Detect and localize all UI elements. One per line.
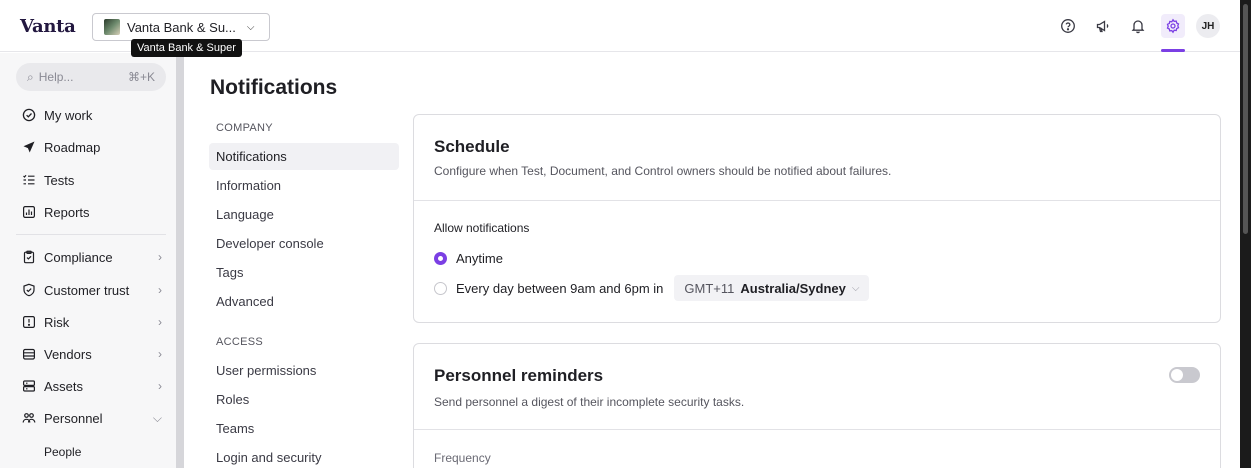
schedule-description: Configure when Test, Document, and Contr…	[434, 164, 892, 178]
org-switcher[interactable]: Vanta Bank & Su... ⌵	[92, 13, 270, 41]
card-divider	[414, 200, 1220, 201]
radio-anytime[interactable]: Anytime	[434, 251, 503, 266]
sidebar-item-roadmap[interactable]: Roadmap	[22, 136, 162, 158]
timezone-offset: GMT+11	[684, 280, 735, 296]
sidebar-item-my-work[interactable]: My work	[22, 104, 162, 126]
sidebar-item-reports[interactable]: Reports	[22, 201, 162, 223]
settings-nav-information[interactable]: Information	[209, 172, 399, 199]
send-icon	[23, 141, 35, 153]
radio-business-hours[interactable]: Every day between 9am and 6pm in GMT+11 …	[434, 275, 870, 301]
help-search[interactable]: ⌕ Help... ⌘+K	[16, 63, 166, 91]
section-label-company: COMPANY	[216, 122, 273, 134]
bell-icon[interactable]	[1126, 14, 1150, 38]
chevron-down-icon: ⌵	[246, 21, 255, 33]
list-check-icon	[23, 174, 35, 185]
chevron-right-icon: ›	[158, 250, 162, 264]
radio-business-hours-label: Every day between 9am and 6pm in	[456, 280, 664, 296]
server-icon	[23, 380, 36, 392]
sidebar-item-label: Risk	[44, 314, 70, 330]
megaphone-icon[interactable]	[1091, 14, 1115, 38]
org-avatar	[104, 19, 120, 35]
section-label-access: ACCESS	[216, 336, 264, 348]
sidebar-item-label: Customer trust	[44, 282, 130, 298]
sidebar-item-label: Roadmap	[44, 139, 101, 155]
vendor-icon	[23, 348, 36, 360]
window-scrollbar[interactable]	[1240, 0, 1251, 468]
personnel-reminders-toggle[interactable]	[1169, 367, 1200, 383]
chevron-right-icon: ›	[158, 315, 162, 329]
personnel-reminders-title: Personnel reminders	[434, 366, 604, 385]
frequency-label: Frequency	[434, 451, 491, 465]
chevron-right-icon: ›	[158, 347, 162, 361]
sidebar-subitem-people[interactable]: People	[44, 445, 81, 459]
org-tooltip: Vanta Bank & Super	[131, 39, 242, 57]
sidebar: ⌕ Help... ⌘+K My work Roadmap Tests Repo…	[0, 53, 176, 468]
settings-nav-tags[interactable]: Tags	[209, 259, 399, 286]
help-icon[interactable]	[1056, 14, 1080, 38]
sidebar-resize-handle[interactable]	[176, 53, 184, 468]
search-icon: ⌕	[27, 69, 34, 84]
chevron-right-icon: ›	[158, 379, 162, 393]
settings-nav-roles[interactable]: Roles	[209, 386, 399, 413]
sidebar-divider	[16, 234, 166, 235]
timezone-name: Australia/Sydney	[740, 280, 846, 296]
settings-nav-advanced[interactable]: Advanced	[209, 288, 399, 315]
settings-nav-developer-console[interactable]: Developer console	[209, 230, 399, 257]
page-title: Notifications	[210, 76, 338, 99]
radio-anytime-label: Anytime	[456, 251, 503, 266]
sidebar-item-customer-trust[interactable]: Customer trust ›	[22, 279, 162, 301]
chart-icon	[23, 206, 36, 219]
settings-nav-teams[interactable]: Teams	[209, 415, 399, 442]
shield-icon	[23, 283, 35, 297]
sidebar-item-risk[interactable]: Risk ›	[22, 311, 162, 333]
settings-nav-notifications[interactable]: Notifications	[209, 143, 399, 170]
settings-nav-login-security[interactable]: Login and security	[209, 444, 399, 468]
vanta-logo[interactable]: Vanta	[20, 16, 76, 37]
personnel-reminders-card: Personnel reminders Send personnel a dig…	[413, 343, 1221, 468]
sidebar-item-label: Personnel	[44, 410, 103, 426]
user-avatar[interactable]: JH	[1196, 14, 1220, 38]
chevron-down-icon: ⌵	[851, 282, 860, 294]
radio-button-checked[interactable]	[434, 252, 447, 265]
allow-notifications-label: Allow notifications	[434, 221, 530, 235]
sidebar-item-compliance[interactable]: Compliance ›	[22, 246, 162, 268]
schedule-card: Schedule Configure when Test, Document, …	[413, 114, 1221, 323]
top-icons: JH	[1056, 14, 1220, 52]
sidebar-item-label: Vendors	[44, 346, 92, 362]
sidebar-item-label: Compliance	[44, 249, 113, 265]
settings-nav-language[interactable]: Language	[209, 201, 399, 228]
settings-nav-user-permissions[interactable]: User permissions	[209, 357, 399, 384]
clipboard-icon	[23, 250, 35, 264]
org-name: Vanta Bank & Su...	[127, 19, 236, 35]
sidebar-item-personnel[interactable]: Personnel ⌵	[22, 407, 162, 429]
search-placeholder: Help...	[38, 70, 74, 84]
schedule-title: Schedule	[434, 137, 510, 156]
sidebar-item-label: Assets	[44, 378, 84, 394]
alert-icon	[23, 316, 36, 329]
sidebar-item-tests[interactable]: Tests	[22, 169, 162, 191]
people-icon	[22, 413, 36, 423]
scrollbar-thumb[interactable]	[1243, 4, 1248, 234]
sidebar-item-vendors[interactable]: Vendors ›	[22, 343, 162, 365]
check-circle-icon	[22, 108, 36, 122]
gear-icon[interactable]	[1161, 14, 1185, 52]
timezone-select[interactable]: GMT+11 Australia/Sydney ⌵	[674, 275, 870, 301]
sidebar-item-assets[interactable]: Assets ›	[22, 375, 162, 397]
chevron-right-icon: ›	[158, 283, 162, 297]
personnel-reminders-description: Send personnel a digest of their incompl…	[434, 395, 745, 409]
sidebar-item-label: My work	[44, 107, 93, 123]
sidebar-item-label: Tests	[44, 172, 75, 188]
chevron-down-icon: ⌵	[152, 410, 162, 425]
radio-button[interactable]	[434, 281, 447, 295]
sidebar-item-label: Reports	[44, 204, 90, 220]
search-shortcut: ⌘+K	[127, 70, 155, 84]
card-divider	[414, 429, 1220, 430]
